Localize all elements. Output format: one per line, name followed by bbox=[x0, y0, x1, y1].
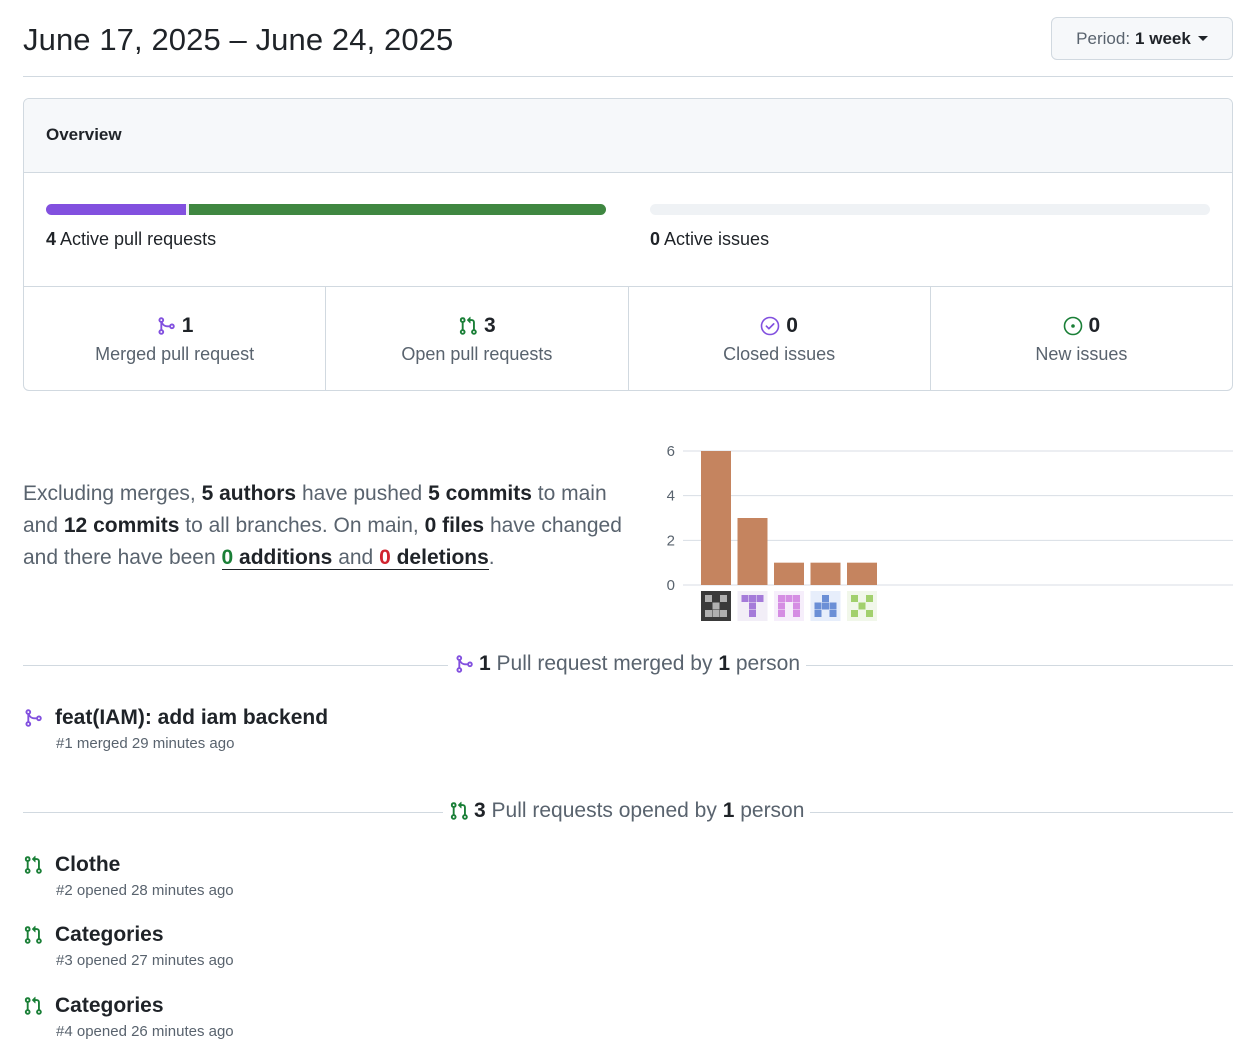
overview-bars: 4 Active pull requests 0 Active issues bbox=[24, 173, 1232, 287]
pr-meta: #2 opened 28 minutes ago bbox=[56, 882, 234, 899]
chart-y-tick-label: 2 bbox=[667, 532, 675, 549]
stat-closed-issues[interactable]: 0 Closed issues bbox=[629, 287, 931, 390]
additions-count: 0 bbox=[221, 546, 234, 569]
opened-section-label: 3 Pull requests opened by 1 person bbox=[443, 799, 811, 823]
stat-label: New issues bbox=[1035, 344, 1128, 364]
opened-section-divider: 3 Pull requests opened by 1 person bbox=[23, 797, 1233, 827]
merged-section-divider: 1 Pull request merged by 1 person bbox=[23, 650, 1233, 680]
summary-text: have pushed bbox=[296, 482, 429, 505]
opened-people-count: 1 bbox=[722, 799, 735, 822]
opened-pr-item: Clothe #2 opened 28 minutes ago bbox=[23, 853, 234, 899]
commits-by-author-chart: 6 4 2 0 bbox=[667, 443, 1233, 621]
commits-main: 5 commits bbox=[428, 482, 532, 505]
pr-title-link[interactable]: Categories bbox=[55, 994, 164, 1018]
stat-count: 1 bbox=[181, 314, 194, 337]
stat-label: Merged pull request bbox=[95, 344, 255, 364]
date-range-title: June 17, 2025 – June 24, 2025 bbox=[23, 22, 454, 57]
stat-label: Open pull requests bbox=[401, 344, 553, 364]
git-pull-request-icon bbox=[24, 996, 42, 1015]
opened-pr-item: Categories #3 opened 27 minutes ago bbox=[23, 923, 234, 969]
pulse-page: June 17, 2025 – June 24, 2025 Period: 1 … bbox=[23, 0, 1233, 1040]
additions-label: additions bbox=[233, 546, 333, 569]
pr-title-link[interactable]: Clothe bbox=[55, 853, 120, 877]
chart-y-tick-label: 0 bbox=[667, 577, 675, 594]
git-pull-request-icon bbox=[459, 316, 477, 335]
stat-merged-prs[interactable]: 1 Merged pull request bbox=[24, 287, 327, 390]
git-pull-request-icon bbox=[24, 925, 42, 944]
active-issues-block[interactable]: 0 Active issues bbox=[650, 204, 1210, 250]
period-dropdown-button[interactable]: Period: 1 week bbox=[1051, 17, 1233, 60]
stat-count: 0 bbox=[1088, 314, 1101, 337]
opened-pr-count: 3 bbox=[474, 799, 486, 822]
stat-new-issues[interactable]: 0 New issues bbox=[931, 287, 1232, 390]
deletions-count: 0 bbox=[379, 546, 391, 569]
author-avatar[interactable] bbox=[810, 591, 841, 621]
chart-y-tick-label: 6 bbox=[667, 443, 675, 460]
stat-count: 3 bbox=[484, 314, 496, 337]
section-text: Pull requests opened by bbox=[485, 799, 723, 822]
active-prs-label: Active pull requests bbox=[60, 229, 217, 249]
opened-pr-item: Categories #4 opened 26 minutes ago bbox=[23, 994, 234, 1040]
summary-text: Excluding merges, bbox=[23, 482, 202, 505]
chart-bar[interactable] bbox=[737, 518, 768, 585]
summary-text: and bbox=[332, 546, 380, 569]
pr-meta: #3 opened 27 minutes ago bbox=[56, 952, 234, 969]
merged-pr-count: 1 bbox=[479, 652, 491, 675]
issue-opened-icon bbox=[1063, 316, 1082, 336]
active-prs-block[interactable]: 4 Active pull requests bbox=[46, 204, 606, 250]
stat-open-prs[interactable]: 3 Open pull requests bbox=[326, 287, 629, 390]
section-text: person bbox=[730, 652, 801, 675]
git-merge-icon bbox=[456, 655, 473, 673]
overview-title: Overview bbox=[24, 99, 1232, 173]
git-pull-request-icon bbox=[450, 801, 468, 820]
chart-bar[interactable] bbox=[810, 562, 841, 585]
period-value: 1 week bbox=[1135, 28, 1191, 48]
active-issues-label: Active issues bbox=[664, 229, 770, 249]
stat-count: 0 bbox=[786, 314, 798, 337]
active-issues-caption: 0 Active issues bbox=[650, 229, 1210, 250]
active-prs-count: 4 bbox=[46, 229, 57, 249]
git-merge-icon bbox=[25, 709, 42, 727]
section-text: person bbox=[734, 799, 805, 822]
overview-stats: 1 Merged pull request 3 Open pull reques… bbox=[24, 287, 1232, 390]
period-label: Period: bbox=[1076, 28, 1131, 48]
stat-label: Closed issues bbox=[723, 344, 836, 364]
chart-bar[interactable] bbox=[774, 562, 804, 585]
summary-text: . bbox=[488, 546, 495, 569]
active-prs-caption: 4 Active pull requests bbox=[46, 229, 606, 250]
git-merge-icon bbox=[158, 317, 175, 335]
commits-all: 12 commits bbox=[63, 514, 180, 537]
pr-progress-bar bbox=[46, 204, 606, 215]
summary-text: to all branches. On main, bbox=[179, 514, 425, 537]
pr-meta: #1 merged 29 minutes ago bbox=[56, 735, 235, 752]
overview-panel: Overview 4 Active pull requests 0 Active… bbox=[23, 98, 1233, 391]
git-pull-request-icon bbox=[24, 855, 42, 874]
pr-meta: #4 opened 26 minutes ago bbox=[56, 1023, 234, 1040]
caret-down-icon bbox=[1197, 36, 1208, 41]
merged-segment bbox=[46, 204, 186, 215]
additions-deletions-link[interactable]: 0 additions and 0 deletions bbox=[221, 546, 489, 570]
open-segment bbox=[189, 204, 606, 215]
pulse-header: June 17, 2025 – June 24, 2025 Period: 1 … bbox=[23, 0, 1233, 77]
authors-count: 5 authors bbox=[201, 482, 297, 505]
files-changed: 0 files bbox=[424, 514, 485, 537]
issue-closed-icon bbox=[760, 316, 780, 336]
merged-section-label: 1 Pull request merged by 1 person bbox=[448, 652, 807, 676]
chart-bar[interactable] bbox=[701, 451, 731, 585]
commit-summary: Excluding merges, 5 authors have pushed … bbox=[23, 478, 623, 574]
author-avatar[interactable] bbox=[774, 591, 804, 621]
merged-people-count: 1 bbox=[718, 652, 730, 675]
pr-title-link[interactable]: feat(IAM): add iam backend bbox=[55, 706, 328, 730]
chart-bar[interactable] bbox=[847, 562, 877, 585]
author-avatar[interactable] bbox=[847, 591, 877, 621]
pr-title-link[interactable]: Categories bbox=[55, 923, 164, 947]
author-avatar[interactable] bbox=[701, 591, 731, 621]
issues-progress-bar bbox=[650, 204, 1210, 215]
author-avatar[interactable] bbox=[737, 591, 768, 621]
merged-pr-item: feat(IAM): add iam backend #1 merged 29 … bbox=[23, 706, 328, 752]
active-issues-count: 0 bbox=[650, 229, 661, 249]
chart-y-tick-label: 4 bbox=[667, 488, 675, 505]
section-text: Pull request merged by bbox=[490, 652, 719, 675]
deletions-label: deletions bbox=[390, 546, 489, 569]
